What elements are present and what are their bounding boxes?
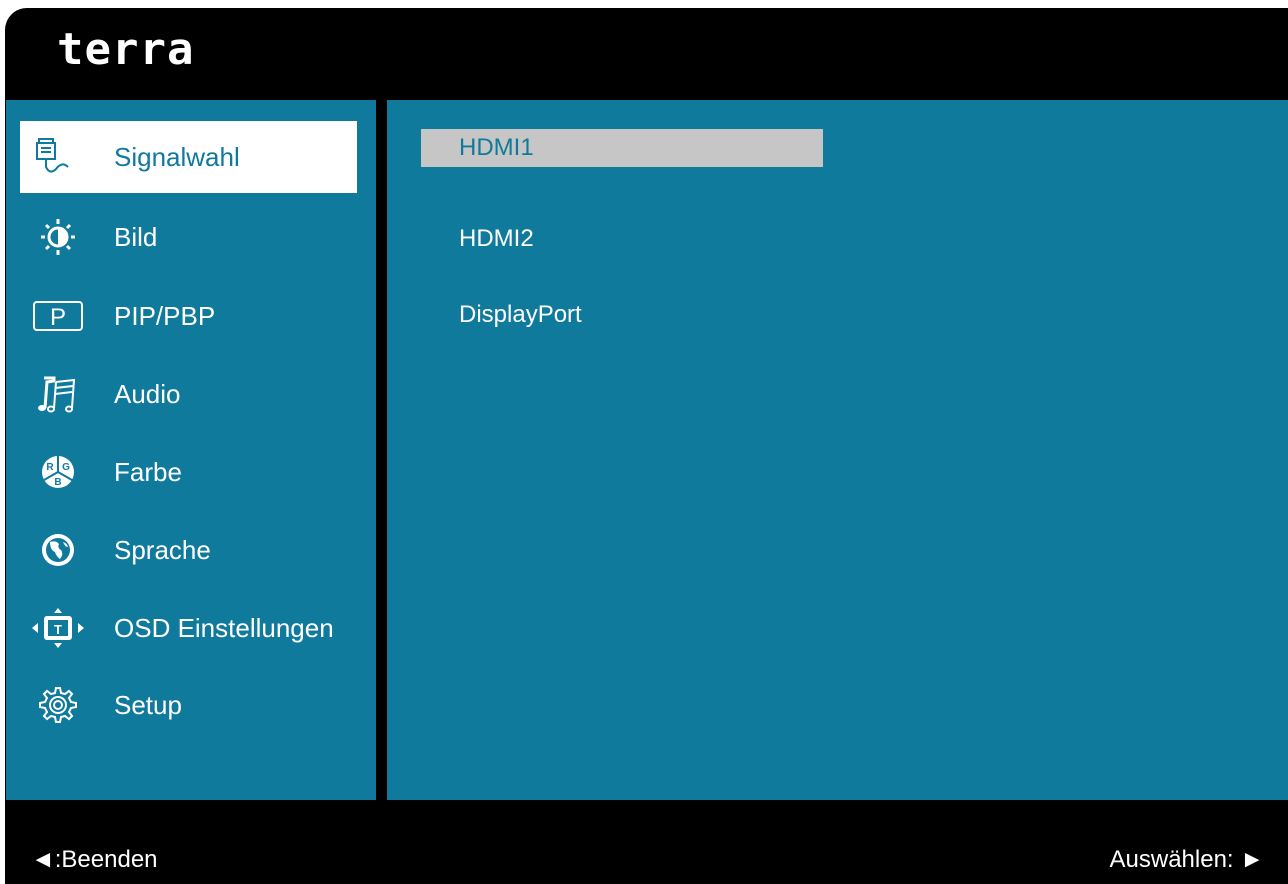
select-hint: Auswählen: ► [1109,846,1265,873]
source-label: HDMI2 [459,225,534,252]
osd-position-icon: T [30,608,86,648]
source-item-displayport[interactable]: DisplayPort [421,296,823,334]
music-notes-icon [30,374,86,414]
menu-label: OSD Einstellungen [114,612,334,643]
source-label: HDMI1 [459,134,534,161]
menu-item-sprache[interactable]: Sprache [20,514,357,586]
source-label: DisplayPort [459,301,582,328]
gear-icon [30,685,86,725]
globe-icon [30,530,86,570]
menu-item-setup[interactable]: Setup [20,669,357,741]
brightness-icon [30,217,86,257]
menu-label: PIP/PBP [114,300,216,331]
menu-label: Farbe [114,456,182,487]
submenu-panel: HDMI1 HDMI2 DisplayPort [387,100,1288,800]
menu-item-audio[interactable]: Audio [20,358,357,430]
menu-item-bild[interactable]: Bild [20,201,357,273]
menu-label: Signalwahl [114,141,240,172]
source-item-hdmi1[interactable]: HDMI1 [421,129,823,167]
brand-logo: terra [57,24,195,75]
svg-text:B: B [54,477,61,488]
svg-text:G: G [62,462,70,473]
menu-item-signalwahl[interactable]: Signalwahl [20,121,357,193]
menu-item-osd-einstellungen[interactable]: T OSD Einstellungen [20,592,357,664]
menu-label: Setup [114,689,182,720]
osd-window: terra Signalwahl Bild P PIP/PBP Audio R … [5,8,1288,884]
pip-icon: P [30,296,86,336]
svg-text:P: P [50,304,66,331]
menu-label: Sprache [114,534,211,565]
main-menu: Signalwahl Bild P PIP/PBP Audio R G B Fa… [6,100,376,800]
svg-text:T: T [54,622,62,637]
source-item-hdmi2[interactable]: HDMI2 [421,220,823,258]
menu-item-pip-pbp[interactable]: P PIP/PBP [20,280,357,352]
rgb-color-icon: R G B [30,452,86,492]
signal-input-icon [30,137,86,177]
menu-item-farbe[interactable]: R G B Farbe [20,436,357,508]
menu-label: Audio [114,378,181,409]
exit-hint: ◄:Beenden [31,846,158,873]
menu-label: Bild [114,221,158,252]
svg-text:R: R [46,462,54,473]
